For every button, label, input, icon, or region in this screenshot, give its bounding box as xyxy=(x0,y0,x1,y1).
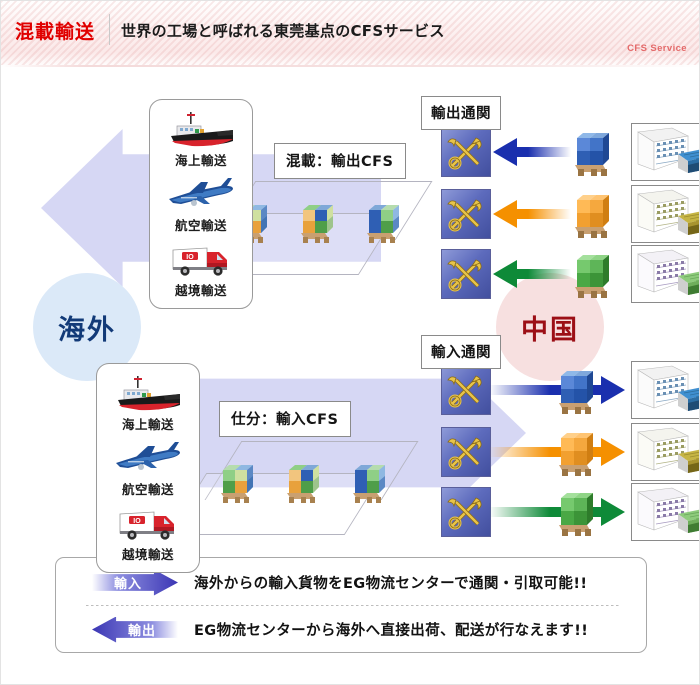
transport-mode-label: 航空輸送 xyxy=(121,482,174,497)
pallet-orange xyxy=(553,431,605,477)
export-flow-arrow-orange xyxy=(493,197,571,231)
export-chain-row xyxy=(441,245,699,307)
import-tag-arrow: 輸入 xyxy=(92,569,178,596)
pallet-green xyxy=(569,253,621,299)
pallet-green xyxy=(553,491,605,537)
cfs-pallet-row xyxy=(215,459,405,513)
footer-note-export: 輸出 EG物流センターから海外へ直接出荷、配送が行なえます!! xyxy=(56,606,648,653)
transport-mode-label: 海上輸送 xyxy=(174,153,227,168)
factory-building xyxy=(631,185,699,243)
factory-building xyxy=(631,123,699,181)
import-customs-label: 輸入通関 xyxy=(421,335,501,369)
pallet-blue xyxy=(553,369,605,415)
export-cfs-label: 混載：輸出CFS xyxy=(274,143,406,179)
export-flow-arrow-blue xyxy=(493,135,571,169)
transport-mode-land: IO 越境輸送 xyxy=(150,238,252,299)
factory-building xyxy=(631,245,699,303)
cfs-service-diagram: 混載輸送 世界の工場と呼ばれる東莞基点のCFSサービス CFS Service … xyxy=(0,0,700,685)
truck-icon: IO xyxy=(108,502,188,546)
export-chain-row xyxy=(441,185,699,247)
transport-modes-export: 海上輸送 航空輸送 IO 越境輸送 xyxy=(149,99,253,309)
import-chain-row xyxy=(441,423,699,485)
airplane-icon xyxy=(108,437,188,481)
page-subtitle: 世界の工場と呼ばれる東莞基点のCFSサービス xyxy=(121,22,445,40)
import-cfs-label: 仕分：輸入CFS xyxy=(219,401,351,437)
footer-note-text: EG物流センターから海外へ直接出荷、配送が行なえます!! xyxy=(194,623,589,639)
transport-mode-label: 海上輸送 xyxy=(121,417,174,432)
factory-building xyxy=(631,483,699,541)
transport-mode-land: IO 越境輸送 xyxy=(97,502,199,563)
transport-mode-air: 航空輸送 xyxy=(150,173,252,234)
customs-caduceus-icon xyxy=(441,487,491,537)
header-service-tag: CFS Service xyxy=(627,43,687,54)
transport-mode-sea: 海上輸送 xyxy=(150,108,252,169)
import-chain-row xyxy=(441,361,699,423)
factory-building xyxy=(631,361,699,419)
transport-mode-sea: 海上輸送 xyxy=(97,372,199,433)
svg-text:IO: IO xyxy=(133,518,141,525)
pallet-blue xyxy=(569,131,621,177)
pallet-orange xyxy=(569,193,621,239)
cargo-ship-icon xyxy=(108,372,188,416)
transport-mode-label: 越境輸送 xyxy=(174,283,227,298)
export-customs-label: 輸出通関 xyxy=(421,96,501,130)
factory-building xyxy=(631,423,699,481)
page-title: 混載輸送 xyxy=(15,21,96,43)
customs-caduceus-icon xyxy=(441,127,491,177)
transport-mode-air: 航空輸送 xyxy=(97,437,199,498)
transport-mode-label: 越境輸送 xyxy=(121,547,174,562)
customs-caduceus-icon xyxy=(441,249,491,299)
export-tag-arrow: 輸出 xyxy=(92,616,178,643)
cargo-ship-icon xyxy=(161,108,241,152)
svg-text:IO: IO xyxy=(186,254,194,261)
export-flow-arrow-green xyxy=(493,257,571,291)
footer-note-text: 海外からの輸入貨物をEG物流センターで通関・引取可能!! xyxy=(194,576,588,592)
page-header: 混載輸送 世界の工場と呼ばれる東莞基点のCFSサービス CFS Service xyxy=(1,1,699,67)
import-chain-row xyxy=(441,483,699,545)
customs-caduceus-icon xyxy=(441,365,491,415)
header-divider xyxy=(109,14,110,45)
truck-icon: IO xyxy=(161,238,241,282)
transport-modes-import: 海上輸送 航空輸送 IO 越境輸送 xyxy=(96,363,200,573)
airplane-icon xyxy=(161,173,241,217)
export-chain-row xyxy=(441,123,699,185)
customs-caduceus-icon xyxy=(441,189,491,239)
customs-caduceus-icon xyxy=(441,427,491,477)
cfs-pallet-row xyxy=(229,199,419,253)
transport-mode-label: 航空輸送 xyxy=(174,218,227,233)
